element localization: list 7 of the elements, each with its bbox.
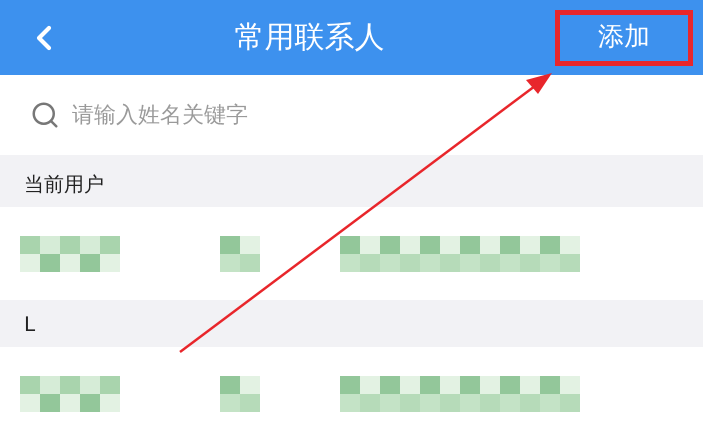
section-header: 当前用户 — [24, 170, 104, 198]
search-icon — [30, 100, 60, 130]
section-header: L — [24, 310, 36, 338]
search-bar[interactable]: 请输入姓名关键字 — [0, 75, 703, 155]
page-title: 常用联系人 — [234, 19, 384, 57]
add-button[interactable]: 添加 — [555, 10, 693, 66]
search-field[interactable]: 请输入姓名关键字 — [72, 98, 673, 132]
